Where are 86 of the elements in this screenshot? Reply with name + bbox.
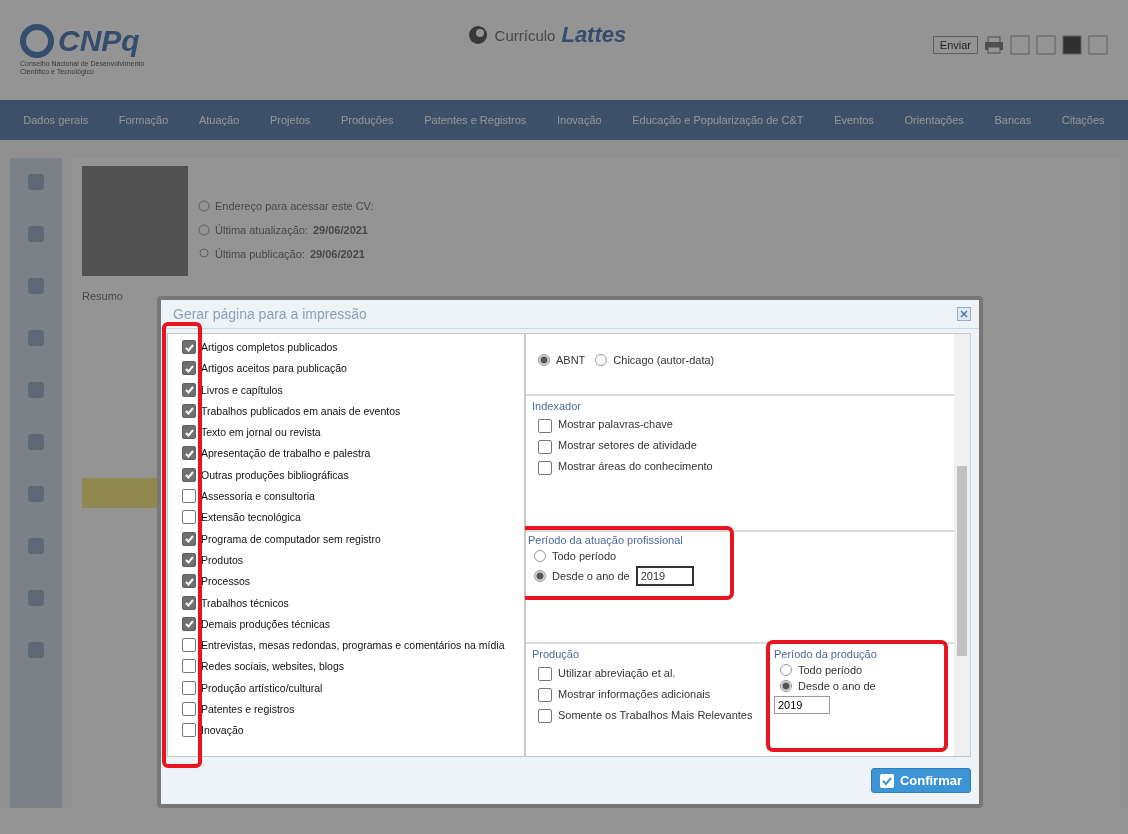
- dialog-title: Gerar página para a impressão: [173, 306, 367, 322]
- year-field[interactable]: 2019: [774, 696, 830, 714]
- radio-label[interactable]: Chicago (autor-data): [613, 354, 715, 366]
- swirl-icon: [466, 24, 489, 46]
- radio-label[interactable]: Desde o ano de: [552, 569, 630, 582]
- close-icon[interactable]: [957, 307, 971, 321]
- radio-label[interactable]: Todo período: [552, 549, 617, 562]
- logo-text: CNPq: [58, 24, 140, 59]
- checkbox[interactable]: [182, 425, 196, 440]
- checkbox[interactable]: [182, 616, 196, 631]
- published-label: Última publicação:: [215, 248, 305, 260]
- checkbox-label[interactable]: Apresentação de trabalho e palestra: [201, 443, 371, 461]
- send-button[interactable]: Enviar: [932, 36, 978, 54]
- radio-button[interactable]: [534, 549, 546, 562]
- checkbox[interactable]: [182, 531, 196, 546]
- section-title: Período da produção: [774, 648, 878, 660]
- checkbox-label[interactable]: Mostrar palavras-chave: [558, 418, 673, 431]
- checkbox-label[interactable]: Livros e capítulos: [201, 379, 283, 397]
- checkbox[interactable]: [182, 552, 196, 567]
- address-label: Endereço para acessar este CV:: [215, 200, 374, 212]
- radio-label[interactable]: Desde o ano de: [798, 680, 876, 692]
- checkbox-label[interactable]: Trabalhos publicados em anais de eventos: [201, 400, 401, 419]
- check-icon: [879, 773, 894, 788]
- checkbox[interactable]: [182, 638, 196, 653]
- checkbox-label[interactable]: Mostrar informações adicionais: [558, 687, 711, 700]
- checkbox-label[interactable]: Patentes e registros: [201, 699, 295, 717]
- checkbox-label[interactable]: Programa de computador sem registro: [201, 528, 381, 546]
- checkbox[interactable]: [182, 595, 196, 610]
- radio-label[interactable]: ABNT: [556, 354, 586, 366]
- checkbox[interactable]: [538, 418, 552, 433]
- app-title-prefix: Currículo: [494, 26, 556, 44]
- checkbox-label[interactable]: Produção artístico/cultural: [201, 677, 323, 695]
- radio-button[interactable]: [780, 680, 792, 692]
- checkbox[interactable]: [538, 439, 552, 454]
- checkbox[interactable]: [182, 467, 196, 482]
- checkbox[interactable]: [182, 340, 196, 354]
- checkbox[interactable]: [182, 723, 196, 738]
- checkbox-label[interactable]: Extensão tecnológica: [201, 507, 301, 525]
- checkbox-label[interactable]: Assessoria e consultoria: [201, 486, 315, 504]
- checkbox[interactable]: [182, 702, 196, 717]
- updated-label: Última atualização:: [215, 224, 308, 236]
- checkbox-label[interactable]: Artigos aceitos para publicação: [201, 358, 347, 376]
- section-title: Produção: [532, 648, 581, 660]
- checkbox[interactable]: [182, 489, 196, 504]
- radio-button[interactable]: [534, 569, 546, 582]
- toolbar-icon[interactable]: [1062, 35, 1082, 55]
- checkbox-label[interactable]: Processos: [201, 571, 251, 589]
- checkbox[interactable]: [182, 510, 196, 525]
- section-title: Período da atuação profissional: [528, 533, 684, 546]
- summary-label: Resumo: [82, 290, 124, 302]
- checkbox[interactable]: [538, 460, 552, 475]
- checkbox[interactable]: [182, 382, 196, 397]
- checkbox[interactable]: [182, 361, 196, 376]
- checkbox[interactable]: [182, 680, 196, 695]
- app-title: Lattes: [561, 22, 627, 48]
- radio-button[interactable]: [780, 664, 792, 676]
- checkbox-label[interactable]: Trabalhos técnicos: [201, 592, 289, 610]
- section-title: Indexador: [532, 399, 582, 412]
- published-date: 29/06/2021: [309, 248, 365, 260]
- checkbox[interactable]: [538, 688, 552, 702]
- checkbox-label[interactable]: Produtos: [201, 549, 244, 568]
- year-field[interactable]: 2019: [635, 565, 694, 586]
- checkbox[interactable]: [182, 574, 196, 589]
- checkbox[interactable]: [182, 446, 196, 461]
- checkbox-label[interactable]: Demais produções técnicas: [201, 613, 330, 632]
- checkbox-label[interactable]: Mostrar áreas do conhecimento: [558, 460, 713, 473]
- checkbox[interactable]: [538, 709, 552, 723]
- checkbox-label[interactable]: Redes sociais, websites, blogs: [201, 656, 344, 674]
- checkbox-label[interactable]: Mostrar setores de atividade: [558, 439, 697, 452]
- radio-button[interactable]: [538, 354, 550, 366]
- checkbox-label[interactable]: Inovação: [201, 720, 244, 738]
- updated-date: 29/06/2021: [312, 224, 368, 236]
- checkbox-label[interactable]: Entrevistas, mesas redondas, programas e comentários na mídia: [201, 635, 505, 653]
- checkbox[interactable]: [538, 667, 552, 681]
- print-icon[interactable]: [984, 36, 1004, 54]
- checkbox-label[interactable]: Utilizar abreviação et al.: [558, 666, 676, 679]
- checkbox[interactable]: [182, 659, 196, 674]
- checkbox-label[interactable]: Outras produções bibliográficas: [201, 464, 349, 482]
- radio-label[interactable]: Todo período: [798, 664, 863, 676]
- checkbox-label[interactable]: Texto em jornal ou revista: [201, 422, 321, 440]
- scrollbar[interactable]: [954, 334, 970, 756]
- logo-icon: [20, 24, 54, 59]
- radio-button[interactable]: [595, 354, 608, 366]
- checkbox[interactable]: [182, 403, 196, 418]
- checkbox-label[interactable]: Artigos completos publicados: [201, 337, 338, 355]
- checkbox-label[interactable]: Somente os Trabalhos Mais Relevantes: [558, 708, 753, 721]
